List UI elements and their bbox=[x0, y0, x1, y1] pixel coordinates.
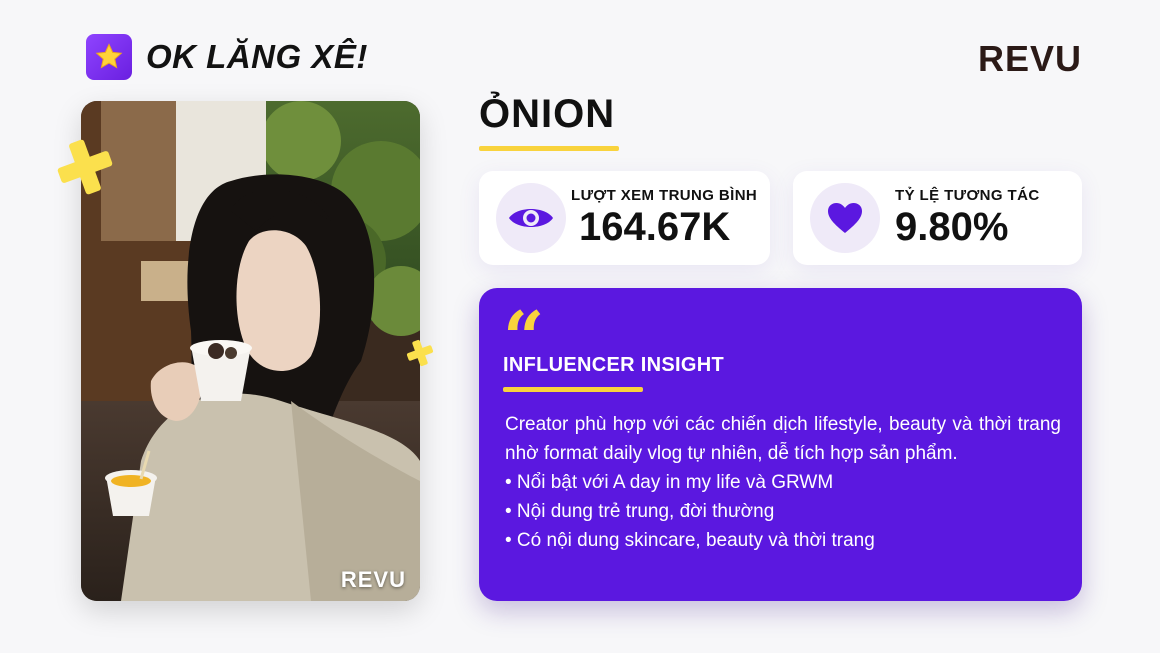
name-underline bbox=[479, 146, 619, 151]
stat-card-engagement: TỶ LỆ TƯƠNG TÁC 9.80% bbox=[793, 171, 1082, 265]
photo-watermark: REVU bbox=[340, 567, 406, 592]
brand-logo: REVU bbox=[977, 38, 1082, 79]
badge-title: OK LĂNG XÊ! bbox=[146, 38, 368, 75]
sparkle-large-icon bbox=[57, 139, 113, 195]
insight-body: Creator phù hợp với các chiến dịch lifes… bbox=[505, 410, 1061, 555]
sparkle-small-icon bbox=[406, 339, 434, 367]
header-badge: OK LĂNG XÊ! bbox=[86, 34, 368, 80]
influencer-name: ỎNION bbox=[479, 92, 616, 136]
stat-card-views: LƯỢT XEM TRUNG BÌNH 164.67K bbox=[479, 171, 770, 265]
eye-icon bbox=[496, 183, 566, 253]
engagement-value: 9.80% bbox=[895, 205, 1009, 249]
views-value: 164.67K bbox=[579, 205, 731, 249]
insight-bullet: • Có nội dung skincare, beauty và thời t… bbox=[505, 530, 875, 551]
star-icon bbox=[86, 34, 132, 80]
insight-panel: “ INFLUENCER INSIGHT Creator phù hợp với… bbox=[479, 288, 1082, 601]
insight-bullet: • Nổi bật với A day in my life và GRWM bbox=[505, 472, 834, 493]
views-label: LƯỢT XEM TRUNG BÌNH bbox=[571, 187, 758, 204]
influencer-photo: REVU bbox=[81, 101, 420, 601]
insight-bullet: • Nội dung trẻ trung, đời thường bbox=[505, 501, 775, 522]
engagement-label: TỶ LỆ TƯƠNG TÁC bbox=[895, 187, 1040, 204]
insight-paragraph: Creator phù hợp với các chiến dịch lifes… bbox=[505, 414, 1061, 464]
insight-underline bbox=[503, 387, 643, 392]
insight-title: INFLUENCER INSIGHT bbox=[503, 354, 724, 376]
heart-icon bbox=[810, 183, 880, 253]
